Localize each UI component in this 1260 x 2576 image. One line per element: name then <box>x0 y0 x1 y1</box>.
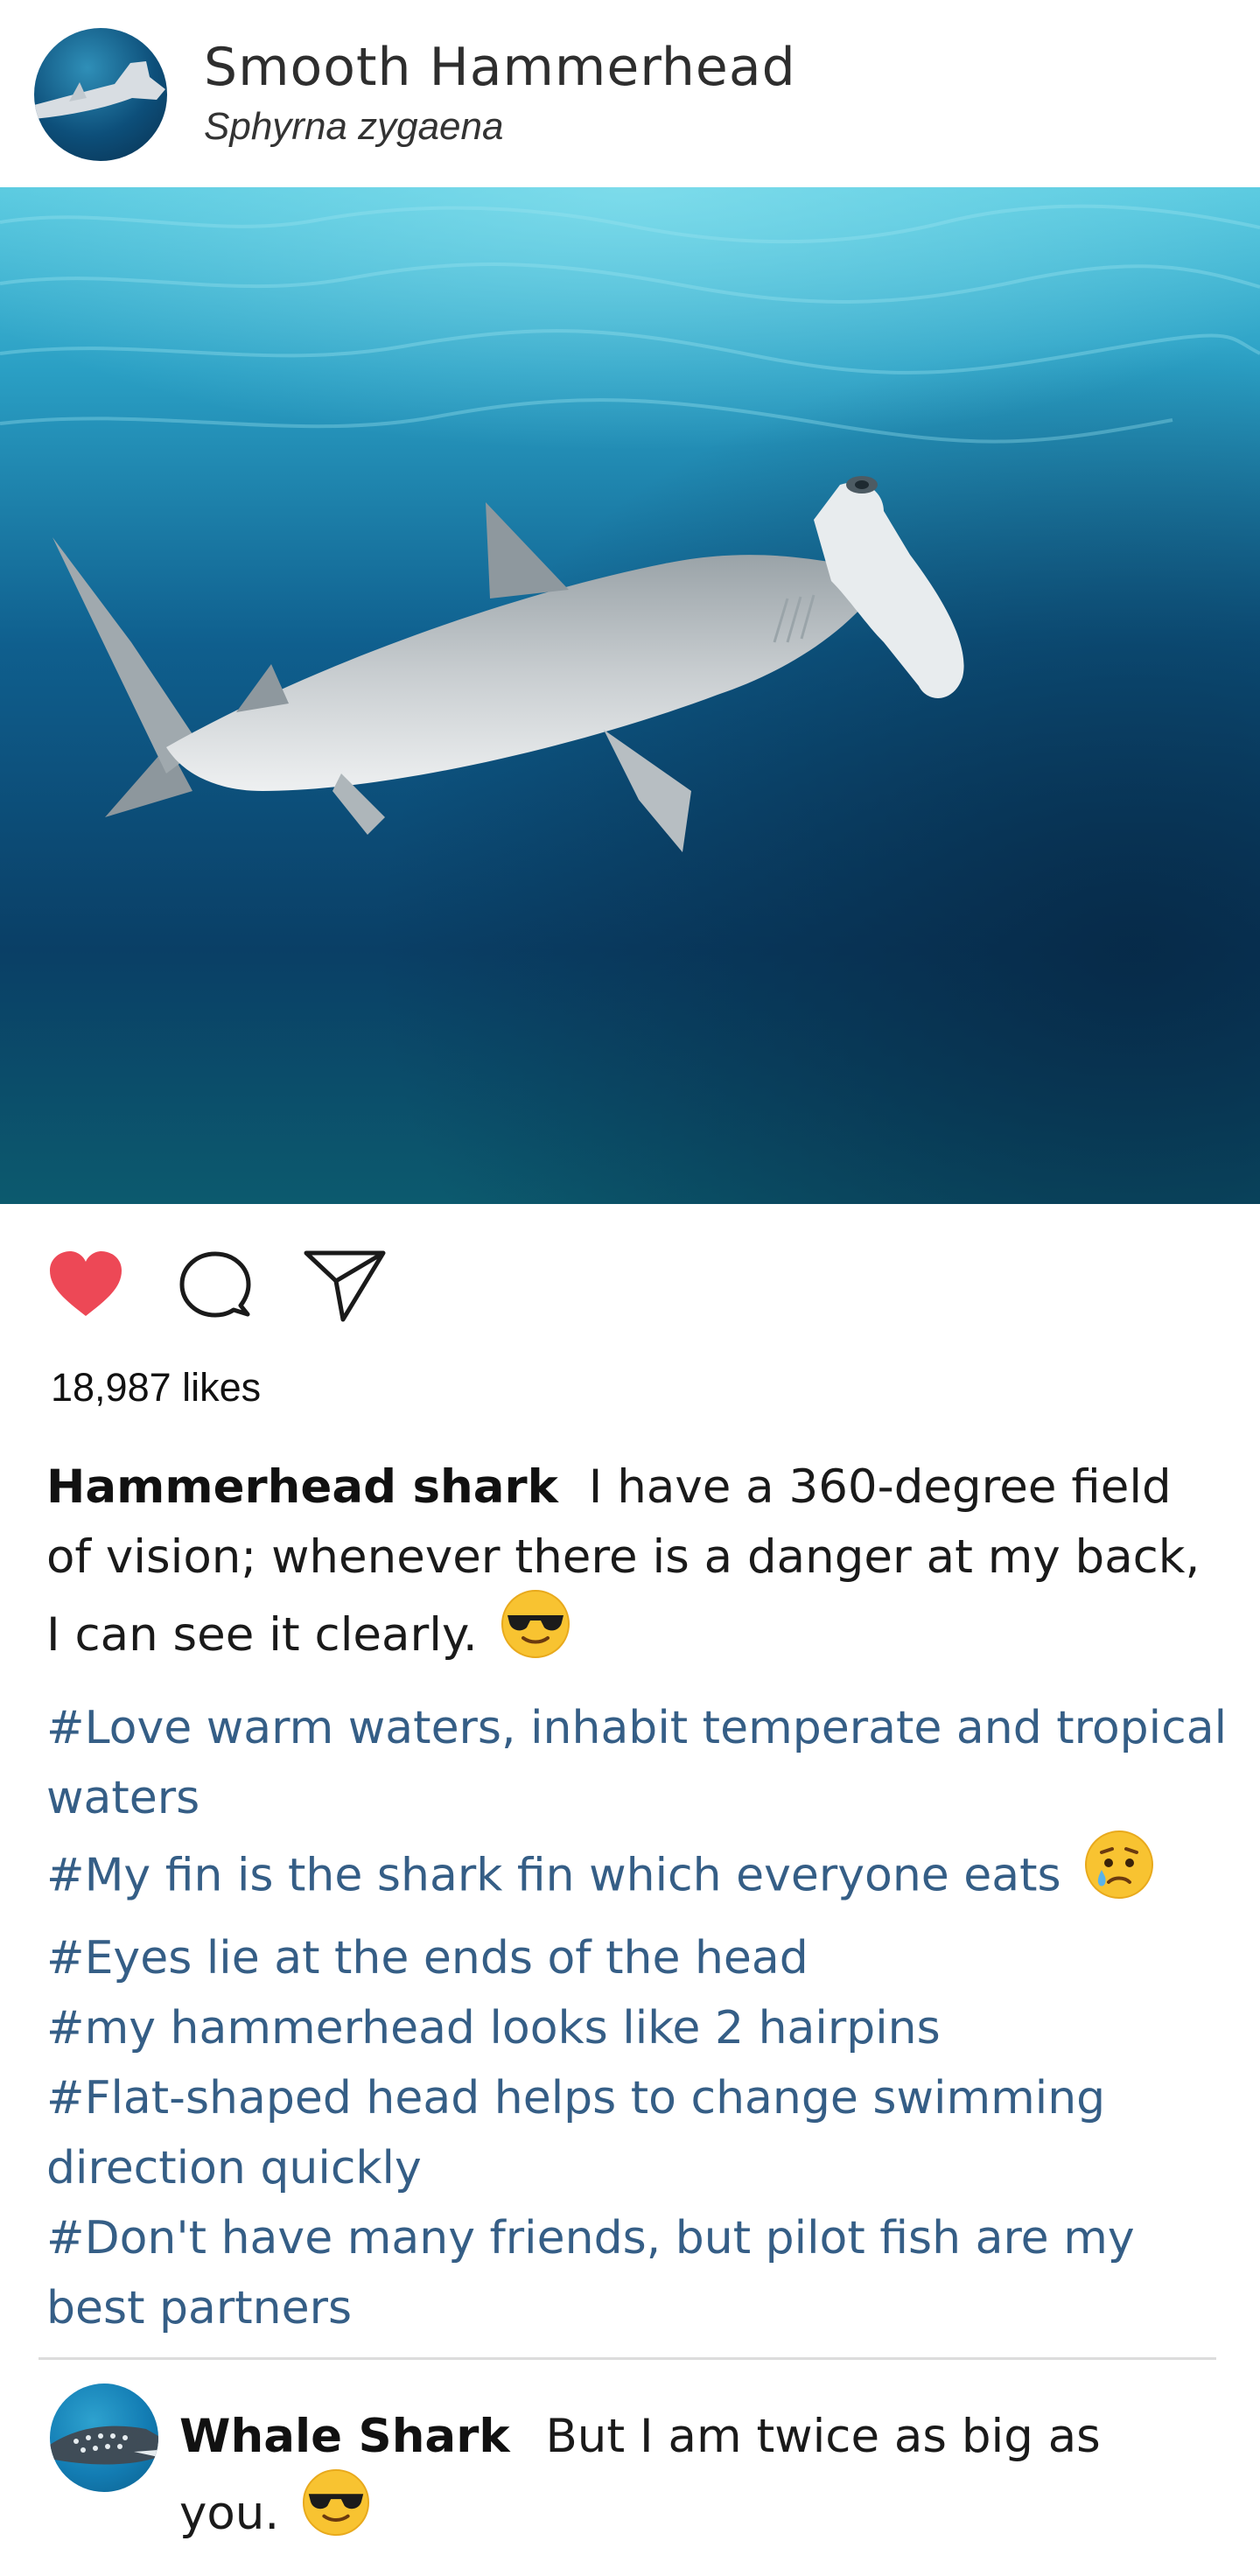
comment-divider <box>38 2357 1216 2360</box>
caption-author[interactable]: Hammerhead shark <box>46 1460 558 1514</box>
page-title: Smooth Hammerhead <box>204 37 796 98</box>
paper-plane-icon[interactable] <box>303 1250 387 1326</box>
sunglasses-emoji-icon <box>500 1589 570 1679</box>
comment-author[interactable]: Whale Shark <box>179 2410 510 2463</box>
hashtag-list: #Love warm waters, inhabit temperate and… <box>46 1693 1228 2343</box>
profile-avatar[interactable] <box>34 28 167 161</box>
likes-count[interactable]: 18,987 likes <box>51 1365 261 1410</box>
post-caption: Hammerhead shark I have a 360-degree fie… <box>46 1452 1219 1683</box>
hashtag-link[interactable]: #Eyes lie at the ends of the head <box>46 1923 1228 1993</box>
commenter-avatar[interactable] <box>50 2384 158 2492</box>
action-bar <box>0 1242 1260 1330</box>
hashtag-link[interactable]: #my hammerhead looks like 2 hairpins <box>46 1993 1228 2063</box>
crying-emoji-icon <box>1084 1830 1154 1920</box>
hammerhead-shark-image <box>0 187 1260 1204</box>
shark-avatar-image <box>34 61 165 119</box>
hashtag-link[interactable]: #Love warm waters, inhabit temperate and… <box>46 1693 1228 1833</box>
hashtag-link[interactable]: #Flat-shaped head helps to change swimmi… <box>46 2063 1228 2203</box>
hashtag-link[interactable]: #My fin is the shark fin which everyone … <box>46 1830 1228 1923</box>
post-header: Smooth Hammerhead Sphyrna zygaena <box>0 0 1260 187</box>
speech-bubble-icon[interactable] <box>179 1251 251 1325</box>
hashtag-link[interactable]: #Don't have many friends, but pilot fish… <box>46 2203 1228 2343</box>
heart-filled-icon[interactable] <box>48 1250 123 1323</box>
sunglasses-emoji-icon <box>302 2468 370 2557</box>
hashtag-text: #My fin is the shark fin which everyone … <box>46 1849 1061 1902</box>
post-photo[interactable] <box>0 187 1260 1204</box>
whale-shark-avatar-image <box>50 2426 158 2465</box>
scientific-name: Sphyrna zygaena <box>204 105 504 148</box>
comment-item: Whale Shark But I am twice as big as you… <box>179 2402 1142 2560</box>
